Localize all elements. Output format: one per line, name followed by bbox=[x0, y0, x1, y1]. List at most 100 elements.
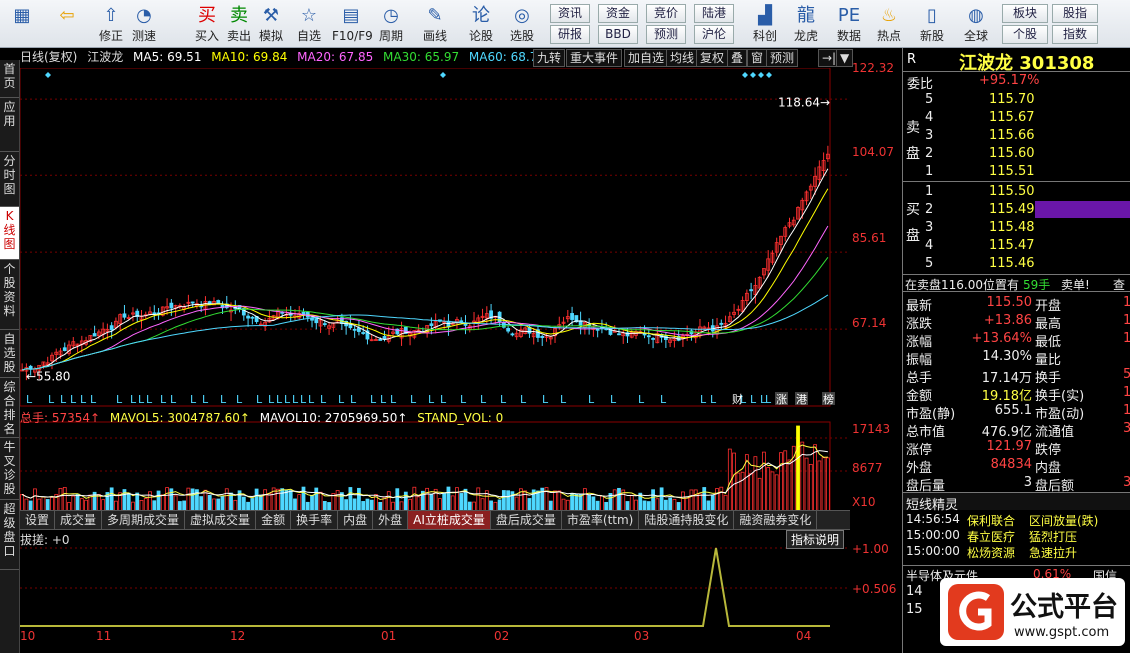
toolbar-small-1-1[interactable]: BBD bbox=[598, 25, 638, 44]
seal-more[interactable]: 查 bbox=[1113, 276, 1125, 293]
bid-price-3[interactable]: 115.47 bbox=[989, 238, 1035, 253]
top-tab-5[interactable]: 叠 bbox=[727, 49, 748, 67]
indicator-tab-12[interactable]: 融资融券变化 bbox=[734, 511, 818, 529]
toolbar-button-7[interactable]: ☆ 自选 bbox=[290, 2, 328, 46]
toolbar-small2-0-1[interactable]: 个股 bbox=[1002, 25, 1048, 44]
sidebar-tab-0[interactable]: 首页 bbox=[0, 60, 19, 98]
volume-bar bbox=[821, 457, 826, 514]
toolbar-small-3-1[interactable]: 沪伦 bbox=[694, 25, 734, 44]
ask-price-4[interactable]: 115.51 bbox=[989, 164, 1035, 179]
watermark-logo: 公式平台 www.gspt.com bbox=[940, 578, 1125, 646]
toolbar-button-17[interactable]: ▯ 新股 bbox=[913, 2, 951, 46]
sidebar-tab-1[interactable]: 应用 bbox=[0, 98, 19, 152]
indicator-tab-9[interactable]: 盘后成交量 bbox=[491, 511, 562, 529]
sidebar-tab-5[interactable]: 自选股 bbox=[0, 330, 19, 378]
toolbar-small2-1-0[interactable]: 股指 bbox=[1052, 4, 1098, 23]
short-stock-2[interactable]: 松炀资源 bbox=[967, 544, 1015, 561]
event-diamond-icon[interactable] bbox=[742, 72, 748, 78]
event-marker-0[interactable]: 财 bbox=[732, 392, 743, 406]
toolbar-button-12[interactable]: ◎ 选股 bbox=[503, 2, 541, 46]
top-tab-0[interactable]: 九转 bbox=[533, 49, 566, 67]
top-tab-4[interactable]: 复权 bbox=[696, 49, 729, 67]
indicator-tab-10[interactable]: 市盈率(ttm) bbox=[562, 511, 640, 529]
toolbar-button-13[interactable]: ▟ 科创 bbox=[746, 2, 784, 46]
indicator-help-button[interactable]: 指标说明 bbox=[786, 530, 845, 549]
indicator-tab-3[interactable]: 虚拟成交量 bbox=[185, 511, 257, 529]
discuss-icon: 论 bbox=[472, 5, 490, 26]
ask-level-0: 5 bbox=[925, 92, 934, 107]
ask-price-1[interactable]: 115.67 bbox=[989, 110, 1035, 125]
sidebar-tab-2[interactable]: 分时图 bbox=[0, 152, 19, 207]
toolbar-button-0[interactable]: ▦ bbox=[3, 2, 41, 46]
buy-icon: 买 bbox=[198, 5, 216, 26]
indicator-tab-7[interactable]: 外盘 bbox=[373, 511, 409, 529]
toolbar-small-3-0[interactable]: 陆港 bbox=[694, 4, 734, 23]
top-tab-9[interactable]: ▼ bbox=[836, 49, 854, 67]
toolbar-button-6[interactable]: ⚒ 模拟 bbox=[252, 2, 290, 46]
sidebar-tab-6[interactable]: 综合排名 bbox=[0, 378, 19, 438]
price-tick-1: 104.07 bbox=[852, 145, 894, 159]
event-diamond-icon[interactable] bbox=[758, 72, 764, 78]
candle-body bbox=[361, 332, 366, 334]
toolbar-button-3[interactable]: ◔ 测速 bbox=[125, 2, 163, 46]
event-diamond-icon[interactable] bbox=[766, 72, 772, 78]
toolbar-small-0-1[interactable]: 研报 bbox=[550, 25, 590, 44]
event-marker-1[interactable]: 涨 bbox=[776, 393, 787, 406]
toolbar-button-14[interactable]: 龍龙虎 bbox=[787, 2, 825, 46]
l-marker: L bbox=[560, 393, 567, 406]
top-tab-3[interactable]: 均线 bbox=[666, 49, 699, 67]
toolbar-button-10[interactable]: ✎ 画线 bbox=[416, 2, 454, 46]
wb-value: +95.17% bbox=[979, 73, 1040, 88]
period-label[interactable]: 日线(复权) bbox=[20, 50, 77, 64]
top-tab-6[interactable]: 窗 bbox=[747, 49, 768, 67]
l-marker: L bbox=[276, 393, 283, 406]
sidebar-tab-7[interactable]: 牛叉诊股 bbox=[0, 438, 19, 500]
sidebar-tab-8[interactable]: 超级盘口 bbox=[0, 500, 19, 570]
sidebar-tab-4[interactable]: 个股资料 bbox=[0, 260, 19, 330]
sidebar-tab-3[interactable]: K线图 bbox=[0, 207, 19, 260]
toolbar-button-8[interactable]: ▤ F10/F9 bbox=[332, 2, 373, 46]
ask-price-2[interactable]: 115.66 bbox=[989, 128, 1035, 143]
toolbar-button-15[interactable]: PE 数据 bbox=[830, 2, 868, 46]
ask-price-3[interactable]: 115.60 bbox=[989, 146, 1035, 161]
indicator-tab-0[interactable]: 设置 bbox=[20, 511, 56, 529]
event-diamond-icon[interactable] bbox=[440, 72, 446, 78]
toolbar-label-17: 新股 bbox=[919, 29, 944, 43]
indicator-tab-6[interactable]: 内盘 bbox=[338, 511, 374, 529]
event-diamond-icon[interactable] bbox=[45, 72, 51, 78]
bid-price-2[interactable]: 115.48 bbox=[989, 220, 1035, 235]
toolbar-small-2-0[interactable]: 竞价 bbox=[646, 4, 686, 23]
pe-icon: PE bbox=[837, 5, 861, 26]
ask-level-1: 4 bbox=[925, 110, 934, 125]
bid-price-4[interactable]: 115.46 bbox=[989, 256, 1035, 271]
toolbar-button-1[interactable]: ⇦ bbox=[48, 2, 86, 46]
toolbar-button-16[interactable]: ♨ 热点 bbox=[870, 2, 908, 46]
kline-chart[interactable]: 118.64→←55.80L L L L L L L L L L L L L L L L L L L L L L L L L L L… bbox=[20, 68, 850, 628]
indicator-tab-4[interactable]: 金额 bbox=[256, 511, 292, 529]
toolbar-small-0-0[interactable]: 资讯 bbox=[550, 4, 590, 23]
bid-price-1[interactable]: 115.49 bbox=[989, 202, 1035, 217]
top-tab-1[interactable]: 重大事件 bbox=[566, 49, 623, 67]
month-label-0: 10 bbox=[20, 629, 36, 643]
event-diamond-icon[interactable] bbox=[750, 72, 756, 78]
event-marker-2[interactable]: 港 bbox=[796, 393, 807, 406]
bid-price-0[interactable]: 115.50 bbox=[989, 184, 1035, 199]
toolbar-small-1-0[interactable]: 资金 bbox=[598, 4, 638, 23]
indicator-tab-1[interactable]: 成交量 bbox=[55, 511, 103, 529]
toolbar-small2-0-0[interactable]: 板块 bbox=[1002, 4, 1048, 23]
toolbar-button-18[interactable]: ◍ 全球 bbox=[957, 2, 995, 46]
toolbar-small-2-1[interactable]: 预测 bbox=[646, 25, 686, 44]
top-tab-7[interactable]: 预测 bbox=[766, 49, 799, 67]
event-marker-3[interactable]: 榜 bbox=[823, 392, 834, 406]
indicator-tab-8[interactable]: AI立桩成交量 bbox=[408, 511, 491, 529]
toolbar-small2-1-1[interactable]: 指数 bbox=[1052, 25, 1098, 44]
quote-row: 振幅 14.30% 量比 bbox=[903, 348, 1130, 368]
top-tab-2[interactable]: 加自选 bbox=[624, 49, 669, 67]
indicator-tab-5[interactable]: 换手率 bbox=[291, 511, 339, 529]
indicator-tab-2[interactable]: 多周期成交量 bbox=[102, 511, 186, 529]
toolbar-button-11[interactable]: 论论股 bbox=[462, 2, 500, 46]
ask-price-0[interactable]: 115.70 bbox=[989, 92, 1035, 107]
indicator-tab-11[interactable]: 陆股通持股变化 bbox=[639, 511, 735, 529]
toolbar-button-9[interactable]: ◷ 周期 bbox=[372, 2, 410, 46]
mavol10-line bbox=[21, 450, 828, 499]
